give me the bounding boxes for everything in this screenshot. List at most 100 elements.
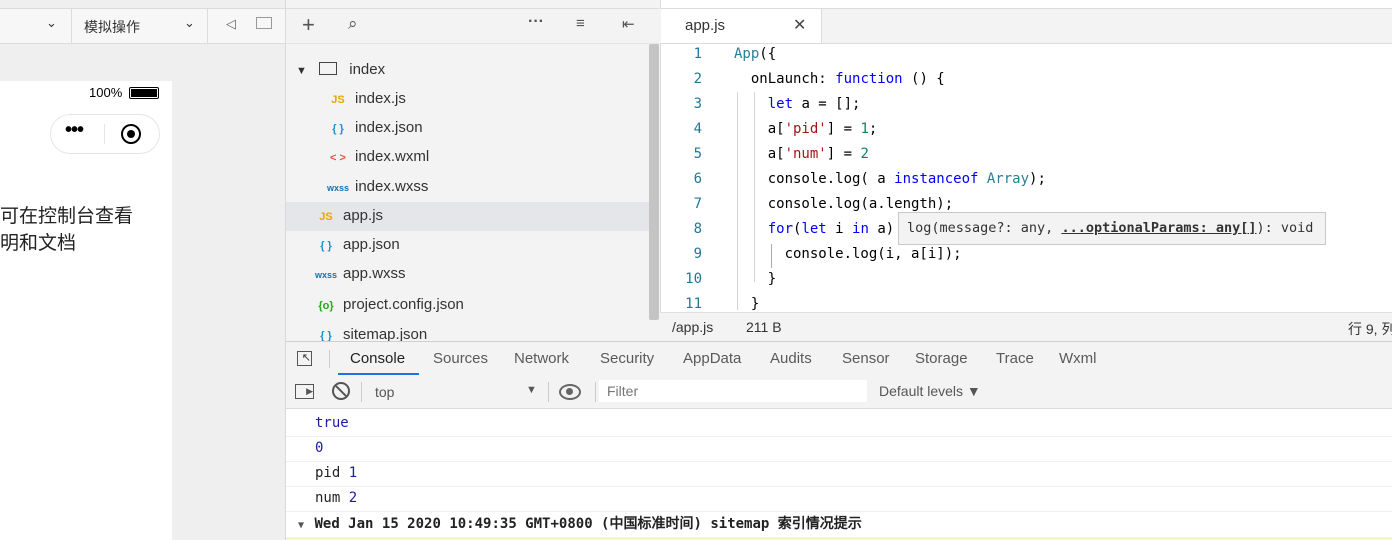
tab-security[interactable]: Security <box>600 342 654 375</box>
json-icon: { } <box>320 330 332 341</box>
line-number: 6 <box>693 171 702 187</box>
code-line: console.log(i, a[i]); <box>734 246 962 262</box>
line-number: 1 <box>693 46 702 62</box>
explorer-scrollbar[interactable] <box>649 44 659 320</box>
console-log-row: num 2 <box>286 486 1392 512</box>
code-line: App({ <box>734 46 777 62</box>
code-line: for(let i in a) { <box>767 221 912 237</box>
tree-file[interactable]: {o} project.config.json <box>315 290 464 319</box>
page-text-line2: 明和文档 <box>0 233 77 254</box>
eye-icon[interactable] <box>559 384 581 400</box>
console-output: true 0 pid 1 num 2 ▼ Wed Jan 15 2020 10:… <box>286 409 1392 540</box>
simulate-dropdown-label: 模拟操作 <box>84 19 140 35</box>
tree-file[interactable]: JS index.js <box>327 84 406 113</box>
tab-sensor[interactable]: Sensor <box>842 342 890 375</box>
console-group-row[interactable]: ▼ Wed Jan 15 2020 10:49:35 GMT+0800 (中国标… <box>286 512 1392 538</box>
json-icon: { } <box>320 240 332 252</box>
code-line: let a = []; <box>767 96 861 112</box>
line-number: 7 <box>693 196 702 212</box>
capsule-menu[interactable]: ••• <box>50 114 160 154</box>
context-select[interactable]: top ▼ <box>366 379 544 405</box>
tree-folder-index[interactable]: ▼ index <box>296 55 385 84</box>
js-icon: JS <box>331 94 345 106</box>
active-tab-underline <box>338 373 419 375</box>
window-icon[interactable] <box>256 17 272 29</box>
status-file-size: 211 B <box>746 319 782 335</box>
battery-icon <box>129 87 159 99</box>
add-icon[interactable]: + <box>302 12 315 38</box>
tree-file[interactable]: wxss index.wxss <box>327 172 428 201</box>
explorer-toolbar: + ⌕ ··· ≡ ⇤ <box>286 8 659 44</box>
config-icon: {o} <box>318 300 334 312</box>
line-number: 9 <box>693 246 702 262</box>
caret-down-icon: ▼ <box>526 384 537 396</box>
code-line: onLaunch: function () { <box>734 71 945 87</box>
console-toolbar: ▶ top ▼ Default levels ▼ <box>286 376 1392 409</box>
code-line: a['num'] = 2 <box>734 146 869 162</box>
collapse-list-icon[interactable]: ≡ <box>576 15 585 32</box>
line-number: 2 <box>693 71 702 87</box>
simulate-dropdown[interactable]: 模拟操作 ⌄ <box>72 9 207 43</box>
code-line: console.log( a instanceof Array); <box>734 171 1046 187</box>
speaker-icon[interactable]: ◁ <box>226 16 236 32</box>
sidebar-toggle-icon[interactable]: ▶ <box>295 384 314 399</box>
phone-screen: 100% ‹ ••• 可在控制台查看 明和文档 <box>0 81 172 540</box>
search-icon[interactable]: ⌕ <box>348 14 358 34</box>
code-line: a['pid'] = 1; <box>734 121 878 137</box>
editor-tab-app-js[interactable]: app.js ✕ <box>661 9 822 43</box>
simulator-toolbar: ⌄ 模拟操作 ⌄ ◁ <box>0 8 285 44</box>
close-target-icon[interactable] <box>121 124 141 144</box>
chevron-down-icon: ⌄ <box>184 15 195 30</box>
tree-file[interactable]: < > index.wxml <box>327 142 429 171</box>
tab-trace[interactable]: Trace <box>996 342 1034 375</box>
console-log-row: true <box>286 411 1392 437</box>
console-log-row: 0 <box>286 436 1392 462</box>
js-icon: JS <box>319 211 333 223</box>
panel-toggle-icon[interactable]: ⇤ <box>622 15 635 33</box>
tab-appdata[interactable]: AppData <box>683 342 741 375</box>
json-icon: { } <box>332 123 344 135</box>
battery-percent: 100% <box>89 85 123 100</box>
clear-console-icon[interactable] <box>332 382 350 400</box>
tab-wxml[interactable]: Wxml <box>1059 342 1097 375</box>
tab-sources[interactable]: Sources <box>433 342 488 375</box>
tab-console[interactable]: Console <box>350 342 405 375</box>
tree-file[interactable]: { } sitemap.json <box>315 320 427 341</box>
line-number: 5 <box>693 146 702 162</box>
code-line: } <box>734 296 760 312</box>
status-cursor-position: 行 9, 列 <box>1348 321 1392 337</box>
more-dots-icon[interactable]: ••• <box>65 119 84 142</box>
signature-tooltip: log(message?: any, ...optionalParams: an… <box>898 212 1326 245</box>
line-number: 8 <box>693 221 702 237</box>
line-number: 10 <box>685 271 702 287</box>
status-file-path: /app.js <box>672 319 714 335</box>
tree-file-selected[interactable]: JS app.js <box>315 201 383 230</box>
tree-file[interactable]: { } index.json <box>327 113 422 142</box>
tab-storage[interactable]: Storage <box>915 342 968 375</box>
tree-file[interactable]: wxss app.wxss <box>315 259 406 288</box>
console-log-row: pid 1 <box>286 461 1392 487</box>
wxml-icon: < > <box>330 152 346 164</box>
code-line: } <box>734 271 777 287</box>
caret-down-icon: ▼ <box>296 65 307 77</box>
line-number: 11 <box>685 296 702 312</box>
filter-input[interactable] <box>599 380 867 402</box>
editor-status-bar: /app.js 211 B 行 9, 列 <box>660 312 1392 342</box>
devtools-tabbar: ↖ Console Sources Network Security AppDa… <box>286 341 1392 377</box>
code-line: console.log(a.length); <box>734 196 954 212</box>
close-icon[interactable]: ✕ <box>793 15 806 35</box>
wxss-icon: wxss <box>327 183 350 193</box>
caret-down-icon: ▼ <box>298 520 305 531</box>
tab-audits[interactable]: Audits <box>770 342 812 375</box>
page-text-line1: 可在控制台查看 <box>0 206 134 227</box>
line-number: 4 <box>693 121 702 137</box>
more-icon[interactable]: ··· <box>528 13 544 31</box>
folder-icon <box>319 62 338 75</box>
tab-network[interactable]: Network <box>514 342 569 375</box>
inspect-element-icon[interactable]: ↖ <box>297 351 312 366</box>
levels-dropdown[interactable]: Default levels ▼ <box>879 383 981 399</box>
wxss-icon: wxss <box>315 270 338 280</box>
tree-file[interactable]: { } app.json <box>315 230 400 259</box>
chevron-down-icon[interactable]: ⌄ <box>46 15 57 31</box>
line-number: 3 <box>693 96 702 112</box>
